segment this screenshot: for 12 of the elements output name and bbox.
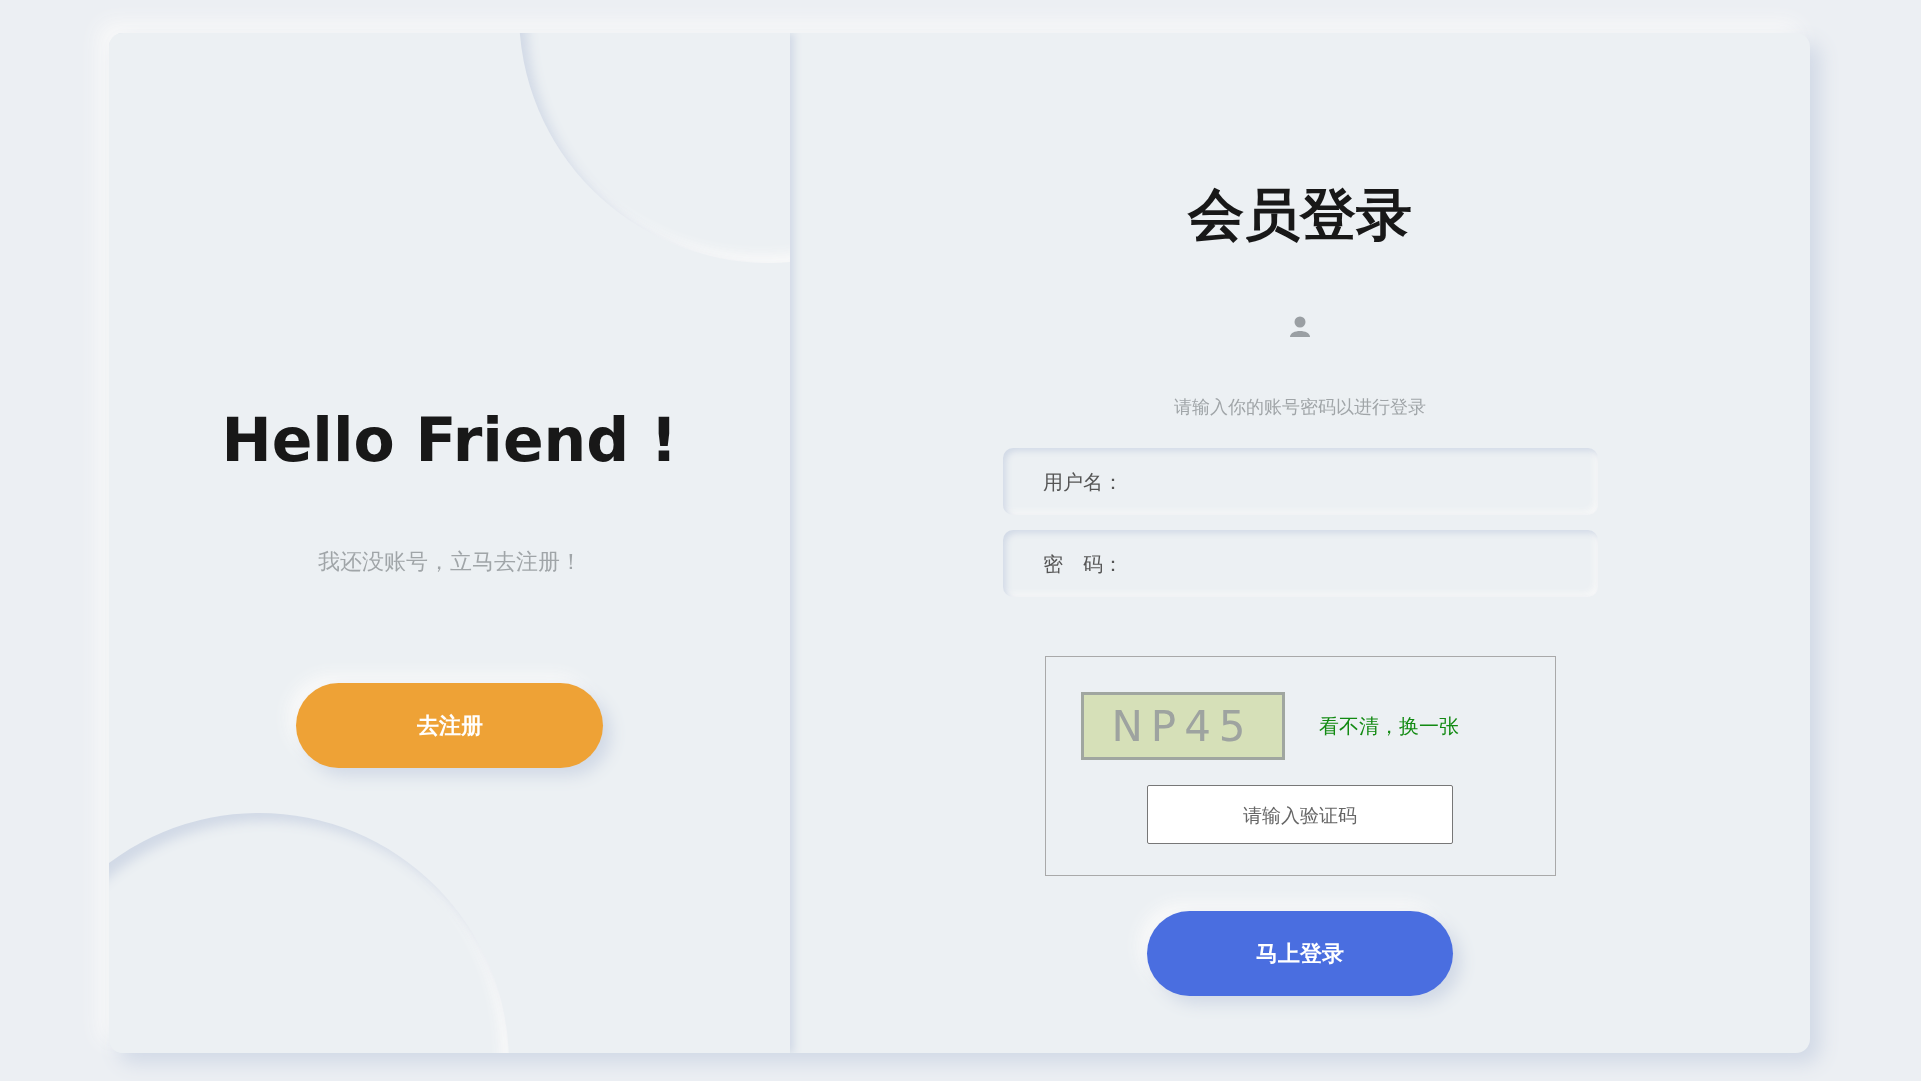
register-button[interactable]: 去注册 [296,683,603,768]
input-field[interactable]: 用户名： [1002,448,1598,515]
login-title: 会员登录 [1188,182,1412,248]
input-field[interactable]: 密 码： [1002,530,1598,597]
captcha-image: NP45 [1080,692,1285,760]
welcome-text: 我还没账号，立马去注册！ [317,548,582,576]
login-subtitle: 请输入你的账号密码以进行登录 [1174,395,1426,419]
user-icon [1289,315,1311,337]
captcha-input-field[interactable]: 请输入验证码 [1147,785,1453,844]
welcome-heading: Hello Friend ! [221,404,678,476]
refresh-captcha-link[interactable]: 看不清，换一张 [1318,712,1459,740]
login-button[interactable]: 马上登录 [1147,911,1453,996]
